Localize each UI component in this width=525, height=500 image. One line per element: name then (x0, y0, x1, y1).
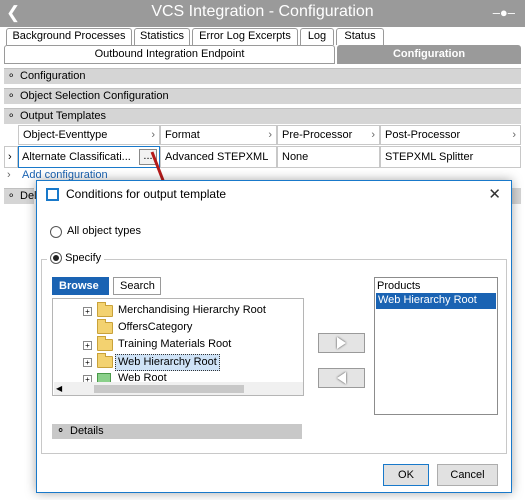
chevron-right-icon: › (371, 129, 375, 141)
tree-item-label: Web Hierarchy Root (115, 354, 220, 371)
arrow-left-icon (337, 372, 346, 384)
tabs-row-2: Outbound Integration Endpoint Configurat… (0, 45, 525, 64)
chevron-right-icon: › (268, 129, 272, 141)
specify-radio[interactable] (50, 252, 62, 265)
scroll-left-icon[interactable]: ◀ (56, 384, 62, 393)
dialog-titlebar: Conditions for output template ✕ (37, 181, 511, 208)
specify-legend: Specify (47, 252, 105, 265)
expand-icon[interactable]: + (83, 341, 92, 350)
product-tree[interactable]: + Merchandising Hierarchy Root OffersCat… (52, 298, 304, 396)
object-eventtype-value: Alternate Classificati... (22, 151, 131, 163)
tab-browse[interactable]: Browse (52, 277, 109, 295)
tab-error-log-excerpts[interactable]: Error Log Excerpts (192, 28, 298, 45)
column-header-object-eventtype[interactable]: Object-Eventtype › (18, 125, 160, 145)
expand-icon: ⚬ (7, 111, 16, 122)
folder-icon (97, 336, 113, 351)
window-titlebar: ❮ VCS Integration - Configuration –●– (0, 0, 525, 27)
section-output-templates[interactable]: ⚬ Output Templates (4, 108, 521, 124)
chevron-right-icon: › (512, 129, 516, 141)
tab-outbound-integration-endpoint[interactable]: Outbound Integration Endpoint (4, 45, 335, 64)
section-details-partial[interactable]: ⚬ Del (4, 188, 37, 204)
cancel-button[interactable]: Cancel (437, 464, 498, 486)
tab-log[interactable]: Log (300, 28, 334, 45)
chevron-right-icon: › (151, 129, 155, 141)
section-title: Output Templates (20, 110, 107, 122)
collapse-icon: ⚬ (7, 91, 16, 102)
pin-icon[interactable]: –●– (493, 5, 515, 20)
collapse-icon: ⚬ (7, 71, 16, 82)
tree-item-label: OffersCategory (118, 321, 193, 333)
tab-statistics[interactable]: Statistics (134, 28, 190, 45)
window-icon (46, 188, 59, 201)
header-label: Post-Processor (385, 129, 461, 141)
post-processor-cell[interactable]: STEPXML Splitter (380, 146, 521, 168)
folder-icon (97, 319, 113, 334)
column-header-format[interactable]: Format › (160, 125, 277, 145)
row-indicator: › (4, 146, 18, 168)
dialog-title: Conditions for output template (66, 187, 227, 201)
tabs-row-1: Background Processes Statistics Error Lo… (0, 27, 525, 45)
tree-item-label: Merchandising Hierarchy Root (118, 304, 266, 316)
section-title: Object Selection Configuration (20, 90, 169, 102)
chevron-right-icon: › (7, 169, 11, 181)
ok-button[interactable]: OK (383, 464, 429, 486)
object-eventtype-cell[interactable]: Alternate Classificati... ... (18, 146, 160, 168)
add-to-selection-button[interactable] (318, 333, 365, 353)
column-header-post-processor[interactable]: Post-Processor › (380, 125, 521, 145)
column-header-pre-processor[interactable]: Pre-Processor › (277, 125, 380, 145)
expand-icon[interactable]: + (83, 307, 92, 316)
products-list[interactable]: Products Web Hierarchy Root (374, 277, 498, 415)
window-title: VCS Integration - Configuration (151, 3, 374, 20)
remove-from-selection-button[interactable] (318, 368, 365, 388)
products-header: Products (377, 280, 421, 292)
tab-status[interactable]: Status (336, 28, 384, 45)
tree-item-selected[interactable]: + Web Hierarchy Root (53, 353, 303, 371)
details-section[interactable]: ⚬ Details (52, 424, 302, 439)
tree-horizontal-scrollbar[interactable]: ◀ ▶ (54, 382, 303, 395)
section-configuration[interactable]: ⚬ Configuration (4, 68, 521, 84)
products-list-item[interactable]: Web Hierarchy Root (376, 293, 496, 309)
close-icon[interactable]: ✕ (488, 185, 501, 203)
collapse-icon: ⚬ (7, 191, 16, 202)
section-title: Del (20, 190, 37, 202)
header-label: Object-Eventtype (23, 129, 108, 141)
specify-label: Specify (65, 252, 102, 265)
tree-item[interactable]: OffersCategory (53, 319, 303, 337)
tree-item[interactable]: + Merchandising Hierarchy Root (53, 302, 303, 320)
tree-item-label: Training Materials Root (118, 338, 232, 350)
folder-icon (97, 353, 113, 368)
all-object-types-label: All object types (67, 225, 141, 237)
scroll-thumb[interactable] (94, 385, 244, 393)
details-label: Details (70, 425, 104, 437)
header-label: Format (165, 129, 200, 141)
section-bar-right-edge (512, 188, 521, 204)
tab-background-processes[interactable]: Background Processes (6, 28, 132, 45)
tab-search[interactable]: Search (113, 277, 161, 295)
tree-item[interactable]: + Training Materials Root (53, 336, 303, 354)
section-object-selection[interactable]: ⚬ Object Selection Configuration (4, 88, 521, 104)
section-title: Configuration (20, 70, 86, 82)
collapse-icon: ⚬ (56, 425, 66, 437)
folder-icon (97, 302, 113, 317)
tab-configuration[interactable]: Configuration (337, 45, 521, 64)
header-label: Pre-Processor (282, 129, 353, 141)
all-object-types-radio[interactable] (50, 226, 62, 238)
arrow-right-icon (337, 337, 346, 349)
pre-processor-cell[interactable]: None (277, 146, 380, 168)
expand-icon[interactable]: + (83, 358, 92, 367)
